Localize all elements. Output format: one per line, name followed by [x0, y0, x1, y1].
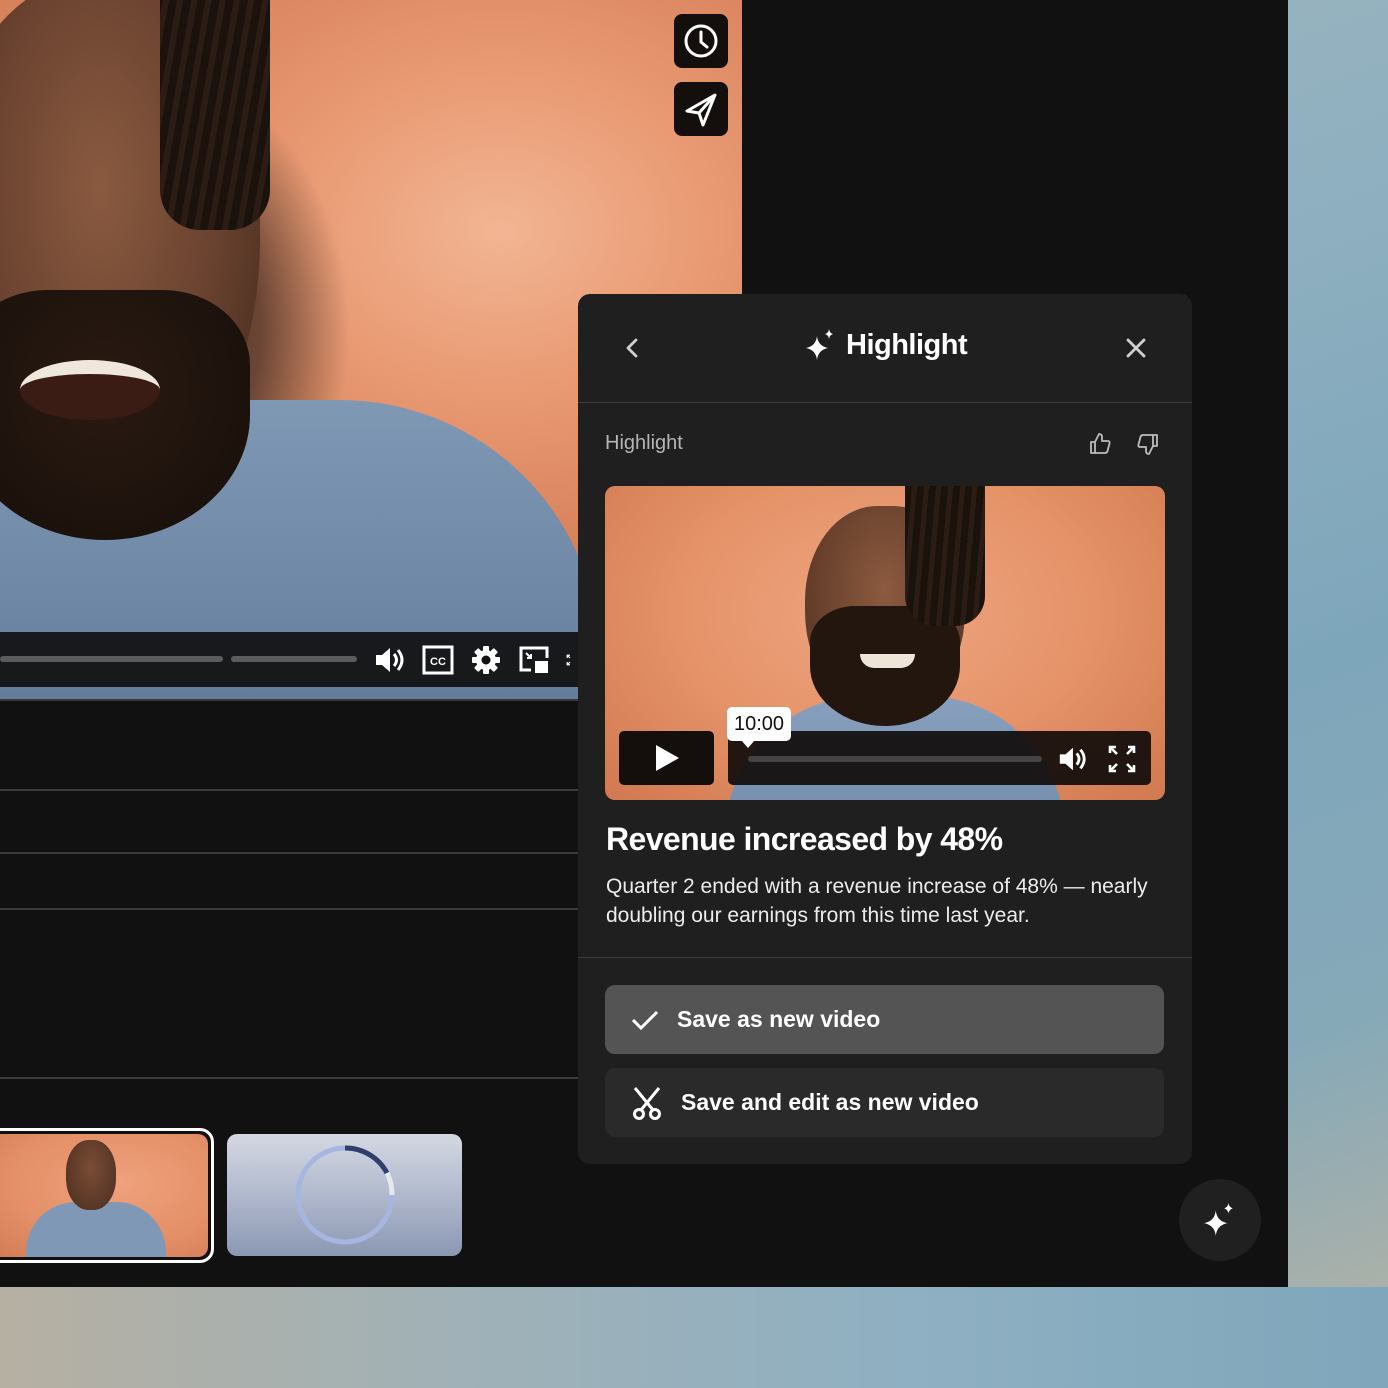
clip-fullscreen-button[interactable]	[1106, 743, 1138, 775]
clip-control-bar	[728, 731, 1151, 785]
thumbnail-loading[interactable]	[227, 1134, 462, 1256]
video-subject-hair	[160, 0, 270, 230]
video-progress-track[interactable]	[0, 656, 223, 662]
save-as-new-video-label: Save as new video	[677, 1006, 881, 1032]
app-window: CC Highlight Highlight 10:00 Revenue inc…	[0, 0, 1288, 1287]
history-button[interactable]	[674, 14, 728, 68]
highlight-description: Quarter 2 ended with a revenue increase …	[606, 875, 1148, 927]
video-subject-mouth	[20, 360, 160, 420]
save-and-edit-label: Save and edit as new video	[681, 1089, 979, 1115]
chevron-left-icon	[626, 338, 638, 358]
close-icon	[1126, 338, 1146, 358]
panel-header: Highlight	[578, 294, 1192, 403]
timeline-divider	[0, 789, 578, 791]
timeline-divider	[0, 908, 578, 910]
thumbnail-subject-body	[26, 1202, 166, 1257]
volume-button[interactable]	[373, 644, 405, 676]
timeline-divider	[0, 852, 578, 854]
thumbs-up-icon	[1090, 433, 1111, 454]
pip-button[interactable]	[518, 644, 550, 676]
timestamp-tooltip: 10:00	[727, 707, 792, 748]
close-button[interactable]	[1122, 334, 1150, 362]
panel-title-group: Highlight	[804, 328, 968, 362]
thumbnail-selected[interactable]	[0, 1128, 214, 1263]
captions-icon: CC	[422, 645, 454, 675]
fullscreen-button[interactable]	[566, 644, 578, 676]
clip-volume-button[interactable]	[1056, 743, 1088, 775]
clip-subject-smile	[860, 654, 915, 668]
thumbnail-image	[0, 1134, 208, 1257]
panel-title: Highlight	[846, 328, 968, 361]
clip-subject-hair	[905, 486, 985, 626]
thumbs-down-icon	[1137, 434, 1158, 455]
clip-progress-track[interactable]	[748, 756, 1042, 762]
timeline-divider	[0, 1077, 578, 1079]
volume-slider[interactable]	[231, 656, 357, 662]
share-button[interactable]	[674, 82, 728, 136]
thumbs-down-button[interactable]	[1134, 430, 1162, 458]
ai-assistant-button[interactable]	[1179, 1179, 1261, 1261]
panel-divider	[578, 957, 1192, 958]
save-and-edit-button[interactable]: Save and edit as new video	[605, 1068, 1164, 1137]
thumbnail-subject-head	[66, 1140, 116, 1210]
highlight-panel: Highlight Highlight 10:00 Revenue increa…	[578, 294, 1192, 1164]
side-toolbar	[674, 0, 728, 150]
save-as-new-video-button[interactable]: Save as new video	[605, 985, 1164, 1054]
desktop-background	[0, 1287, 1388, 1388]
scissors-icon	[633, 1086, 661, 1120]
highlight-clip-player[interactable]: 10:00	[605, 486, 1165, 800]
loading-spinner-icon	[295, 1145, 394, 1245]
play-icon	[655, 745, 679, 771]
picture-in-picture-icon	[519, 646, 549, 673]
thumbs-up-button[interactable]	[1086, 430, 1114, 458]
check-icon	[631, 1010, 659, 1030]
gear-icon	[472, 646, 500, 674]
sparkle-icon	[1204, 1203, 1233, 1236]
back-button[interactable]	[618, 334, 646, 362]
captions-label: CC	[430, 656, 446, 668]
highlight-headline: Revenue increased by 48%	[606, 821, 1003, 857]
settings-button[interactable]	[470, 644, 502, 676]
send-icon	[685, 93, 717, 127]
fullscreen-icon	[566, 654, 571, 666]
sparkle-icon	[806, 329, 833, 360]
captions-button[interactable]: CC	[422, 644, 454, 676]
section-label: Highlight	[605, 432, 683, 454]
fullscreen-icon	[1108, 745, 1136, 773]
volume-icon	[376, 648, 404, 672]
play-button[interactable]	[619, 731, 714, 785]
timeline-divider	[0, 699, 578, 701]
clock-icon	[684, 24, 718, 58]
volume-icon	[1059, 747, 1086, 771]
